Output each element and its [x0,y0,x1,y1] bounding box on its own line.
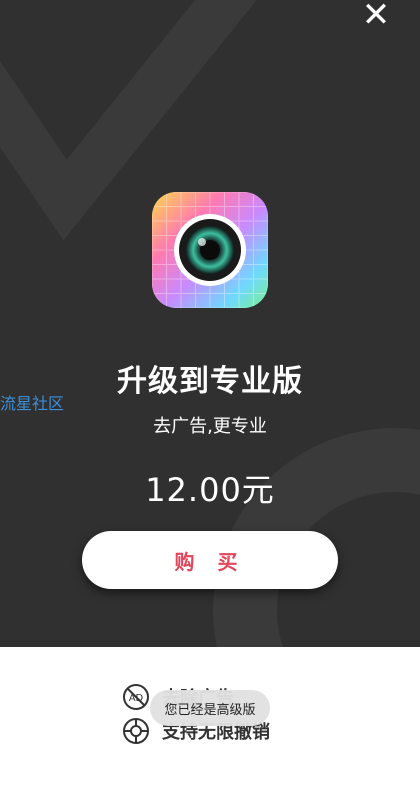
no-ads-icon: AD [123,684,149,710]
undo-icon [123,718,149,744]
camera-app-icon [152,192,268,308]
close-button[interactable]: ✕ [358,0,394,35]
toast-message: 您已经是高级版 [150,690,270,726]
upgrade-panel: ✕ 升级到专业版 流星社区 去广告,更专业 12.00元 购 买 [0,0,420,647]
watermark-text: 流星社区 [0,394,65,413]
price-label: 12.00元 [145,471,275,509]
buy-button[interactable]: 购 买 [82,531,338,589]
close-icon: ✕ [361,0,391,35]
subtitle: 去广告,更专业 [153,416,267,437]
